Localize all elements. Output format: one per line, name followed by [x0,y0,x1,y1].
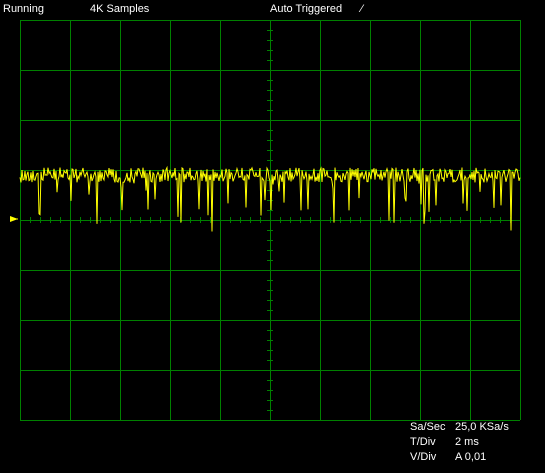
volts-per-div-label: V/Div [410,451,437,463]
sample-rate-value: 25,0 KSa/s [455,421,509,433]
graticule-grid [20,20,521,421]
time-per-div-value: 2 ms [455,436,479,448]
volts-per-div-value: A 0,01 [455,451,487,463]
time-per-div-label: T/Div [410,436,436,448]
sample-rate-label: Sa/Sec [410,421,446,433]
oscilloscope-screen[interactable] [0,0,545,473]
